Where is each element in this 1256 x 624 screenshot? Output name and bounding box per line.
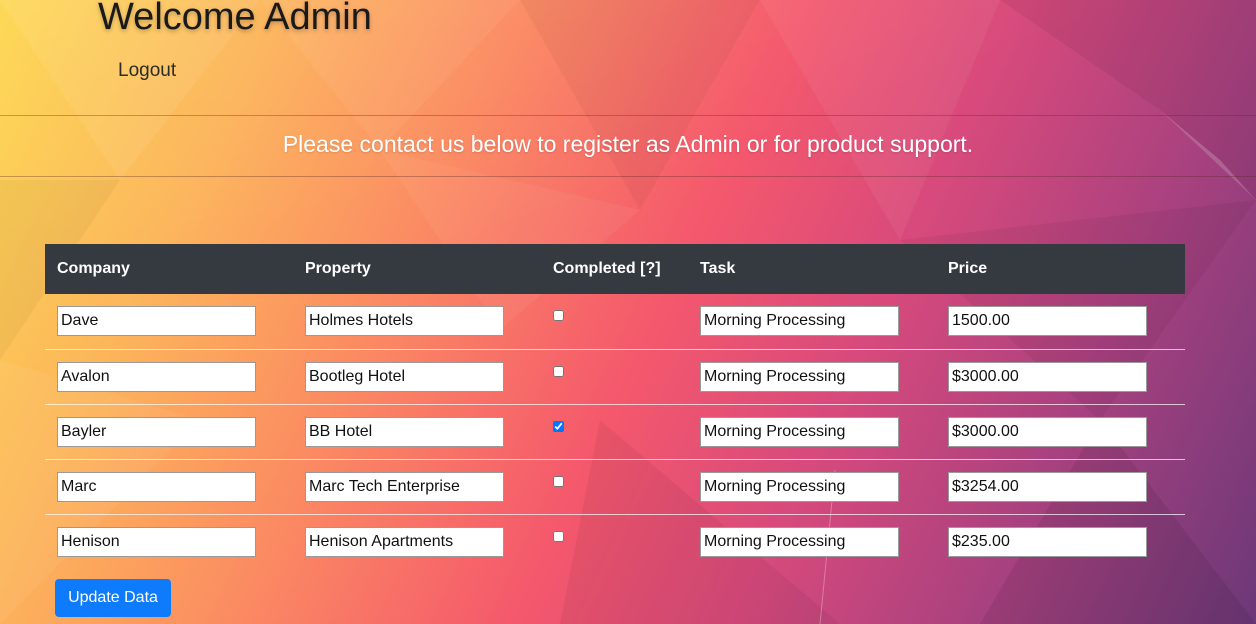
column-header-property: Property bbox=[293, 244, 541, 294]
company-input[interactable] bbox=[57, 306, 256, 337]
price-input[interactable] bbox=[948, 306, 1147, 337]
table-header-row: Company Property Completed [?] Task Pric… bbox=[45, 244, 1185, 294]
completed-checkbox[interactable] bbox=[553, 530, 564, 542]
price-input[interactable] bbox=[948, 361, 1147, 392]
table-row bbox=[45, 349, 1185, 405]
page-title: Welcome Admin bbox=[98, 0, 372, 38]
table-row bbox=[45, 294, 1185, 350]
update-data-button[interactable]: Update Data bbox=[55, 579, 171, 617]
price-input[interactable] bbox=[948, 526, 1147, 557]
property-input[interactable] bbox=[305, 361, 504, 392]
support-notice: Please contact us below to register as A… bbox=[282, 131, 974, 157]
column-header-price: Price bbox=[936, 244, 1185, 294]
property-input[interactable] bbox=[305, 526, 504, 557]
divider-bottom bbox=[0, 176, 1256, 177]
completed-checkbox[interactable] bbox=[553, 310, 564, 321]
logout-link[interactable]: Logout bbox=[118, 60, 176, 82]
table-row bbox=[45, 514, 1185, 569]
column-header-company: Company bbox=[45, 244, 293, 294]
property-input[interactable] bbox=[305, 471, 504, 502]
price-input[interactable] bbox=[948, 471, 1147, 502]
company-input[interactable] bbox=[57, 471, 256, 502]
task-input[interactable] bbox=[700, 361, 899, 392]
admin-data-table: Company Property Completed [?] Task Pric… bbox=[45, 244, 1185, 569]
company-input[interactable] bbox=[57, 361, 256, 392]
completed-checkbox[interactable] bbox=[553, 475, 564, 487]
task-input[interactable] bbox=[700, 526, 899, 557]
task-input[interactable] bbox=[700, 416, 899, 447]
property-input[interactable] bbox=[305, 306, 504, 337]
completed-checkbox[interactable] bbox=[553, 420, 564, 432]
table-row bbox=[45, 404, 1185, 460]
company-input[interactable] bbox=[57, 416, 256, 447]
divider-top bbox=[0, 115, 1256, 116]
table-row bbox=[45, 459, 1185, 515]
column-header-completed: Completed [?] bbox=[541, 244, 688, 294]
completed-checkbox[interactable] bbox=[553, 365, 564, 377]
column-header-task: Task bbox=[688, 244, 936, 294]
price-input[interactable] bbox=[948, 416, 1147, 447]
company-input[interactable] bbox=[57, 526, 256, 557]
property-input[interactable] bbox=[305, 416, 504, 447]
task-input[interactable] bbox=[700, 471, 899, 502]
task-input[interactable] bbox=[700, 306, 899, 337]
